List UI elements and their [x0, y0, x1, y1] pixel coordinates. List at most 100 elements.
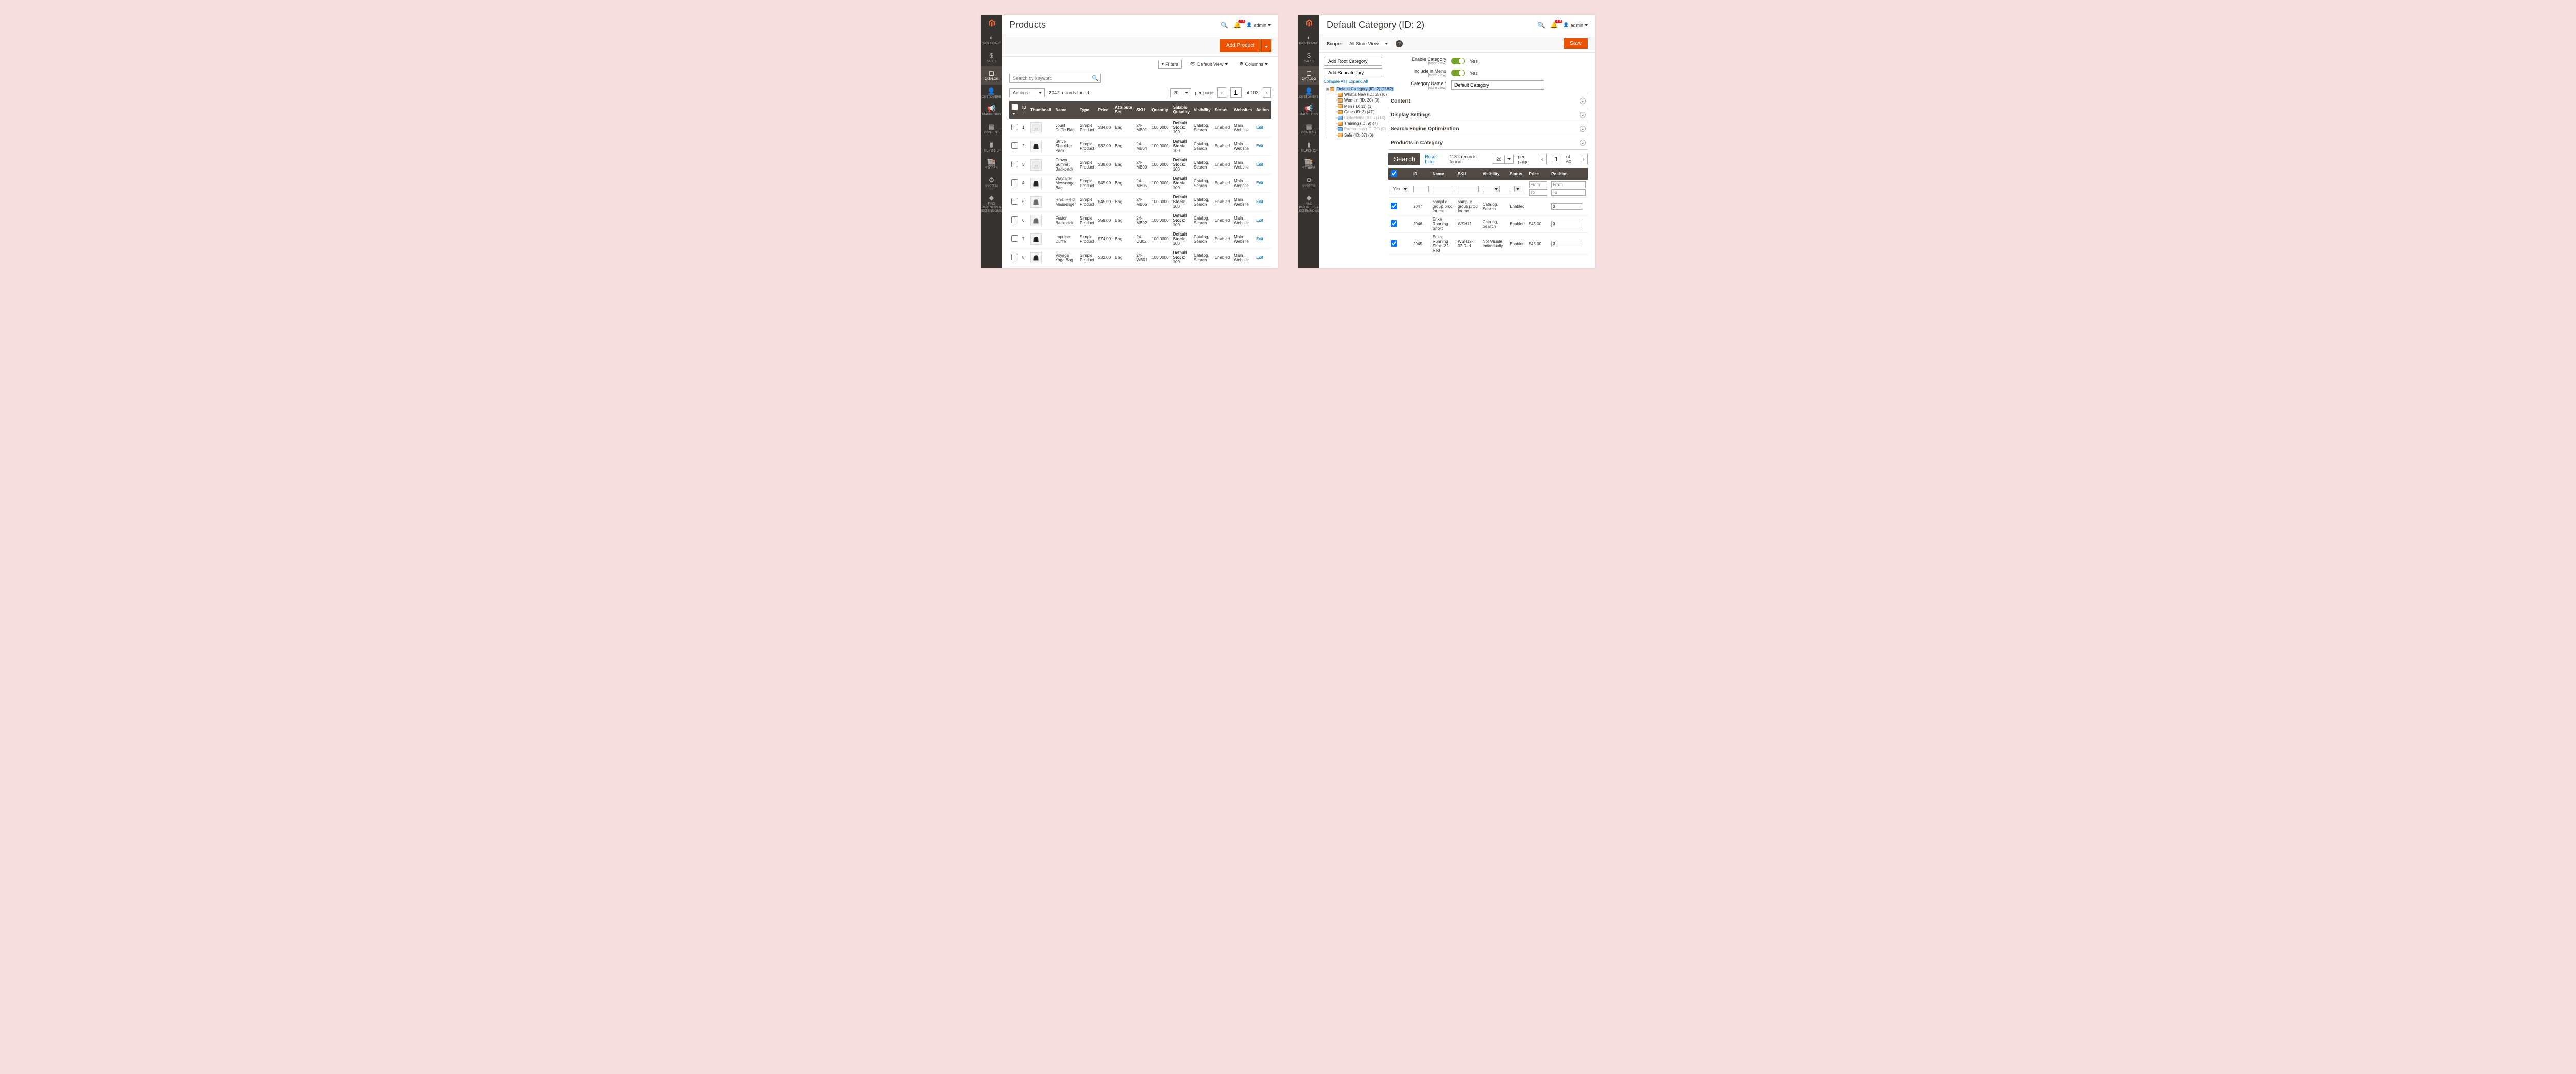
add-product-button[interactable]: Add Product: [1220, 39, 1261, 52]
filters-button[interactable]: ▾Filters: [1158, 60, 1182, 69]
grid-column-header[interactable]: Status: [1507, 168, 1527, 180]
sidebar-item-system[interactable]: ⚙SYSTEM: [1298, 174, 1319, 192]
column-header[interactable]: Price: [1096, 101, 1113, 119]
accordion-section[interactable]: Products in Category⌄: [1388, 136, 1588, 150]
edit-link[interactable]: Edit: [1254, 193, 1271, 211]
select-all-checkbox[interactable]: [1011, 104, 1018, 110]
accordion-section[interactable]: Content⌄: [1388, 94, 1588, 108]
sidebar-item-reports[interactable]: ▮REPORTS: [1298, 138, 1319, 156]
per-page-select[interactable]: 20: [1170, 88, 1191, 97]
position-input[interactable]: [1551, 241, 1582, 247]
grid-column-header[interactable]: Price: [1527, 168, 1550, 180]
row-checkbox[interactable]: [1011, 216, 1018, 223]
help-icon[interactable]: ?: [1396, 40, 1403, 47]
table-row[interactable]: 1Joust Duffle BagSimple Product$34.00Bag…: [1009, 119, 1271, 137]
sidebar-item-content[interactable]: ▤CONTENT: [1298, 120, 1319, 138]
grid-column-header[interactable]: ID ↑: [1411, 168, 1431, 180]
column-header[interactable]: Type: [1078, 101, 1096, 119]
position-input[interactable]: [1551, 221, 1582, 227]
grid-column-header[interactable]: SKU: [1455, 168, 1481, 180]
edit-link[interactable]: Edit: [1254, 174, 1271, 193]
table-row[interactable]: 2Strive Shoulder PackSimple Product$32.0…: [1009, 137, 1271, 156]
account-menu[interactable]: 👤 admin: [1563, 22, 1588, 28]
edit-link[interactable]: Edit: [1254, 248, 1271, 267]
prev-page-button[interactable]: ‹: [1217, 87, 1226, 98]
column-header[interactable]: SKU: [1134, 101, 1149, 119]
table-row[interactable]: 4Wayfarer Messenger BagSimple Product$45…: [1009, 174, 1271, 193]
view-bookmarks[interactable]: 👁Default View: [1187, 60, 1231, 69]
sidebar-item-content[interactable]: ▤CONTENT: [981, 120, 1002, 138]
column-header[interactable]: Visibility: [1192, 101, 1213, 119]
edit-link[interactable]: Edit: [1254, 267, 1271, 268]
column-header[interactable]: ID ↓: [1020, 101, 1028, 119]
column-header[interactable]: Quantity: [1149, 101, 1171, 119]
enable-category-toggle[interactable]: [1451, 58, 1465, 64]
tree-node[interactable]: ▫Women (ID: 20) (0): [1334, 97, 1382, 103]
edit-link[interactable]: Edit: [1254, 119, 1271, 137]
expand-all-link[interactable]: Expand All: [1348, 79, 1368, 84]
filter-any-select[interactable]: Yes: [1391, 186, 1409, 192]
sidebar-item-dashboard[interactable]: ◐DASHBOARD: [1298, 31, 1319, 49]
sidebar-item-system[interactable]: ⚙SYSTEM: [981, 174, 1002, 192]
include-menu-toggle[interactable]: [1451, 70, 1465, 76]
save-button[interactable]: Save: [1564, 38, 1588, 49]
sidebar-item-sales[interactable]: $SALES: [981, 49, 1002, 67]
column-header[interactable]: Status: [1213, 101, 1232, 119]
category-name-input[interactable]: [1451, 80, 1544, 90]
notifications-icon[interactable]: 🔔13: [1233, 22, 1241, 29]
filter-sku[interactable]: [1458, 186, 1479, 192]
row-checkbox[interactable]: [1011, 198, 1018, 205]
tree-node[interactable]: ▫Sale (ID: 37) (0): [1334, 132, 1382, 138]
sidebar-item-catalog[interactable]: ◻CATALOG: [1298, 66, 1319, 85]
table-row[interactable]: 9Compete Track ToteSimple Product$32.00B…: [1009, 267, 1271, 268]
grid-column-header[interactable]: Position: [1549, 168, 1588, 180]
row-checkbox[interactable]: [1011, 254, 1018, 260]
table-row[interactable]: 5Rival Field MessengerSimple Product$45.…: [1009, 193, 1271, 211]
collapse-all-link[interactable]: Collapse All: [1324, 79, 1345, 84]
grid-reset-filter[interactable]: Reset Filter: [1425, 154, 1445, 164]
accordion-section[interactable]: Display Settings⌄: [1388, 108, 1588, 122]
actions-dropdown[interactable]: Actions: [1009, 88, 1045, 97]
tree-node-root[interactable]: ▣Default Category (ID: 2) (1182): [1324, 86, 1382, 92]
sidebar-item-customers[interactable]: 👤CUSTOMERS: [1298, 85, 1319, 103]
row-checkbox[interactable]: [1011, 179, 1018, 186]
add-product-dropdown[interactable]: [1261, 39, 1271, 52]
grid-row-checkbox[interactable]: [1391, 240, 1397, 247]
search-icon[interactable]: 🔍: [1092, 75, 1099, 82]
grid-per-page-select[interactable]: 20: [1493, 155, 1514, 164]
sidebar-item-marketing[interactable]: 📢MARKETING: [1298, 102, 1319, 120]
sidebar-item-dashboard[interactable]: ◐DASHBOARD: [981, 31, 1002, 49]
page-input[interactable]: [1230, 87, 1242, 98]
grid-next-page[interactable]: ›: [1580, 154, 1588, 164]
grid-page-input[interactable]: [1551, 154, 1562, 164]
column-header[interactable]: Websites: [1232, 101, 1254, 119]
next-page-button[interactable]: ›: [1263, 87, 1271, 98]
filter-status[interactable]: [1510, 186, 1524, 192]
search-icon[interactable]: 🔍: [1537, 22, 1545, 29]
tree-node[interactable]: ▫Collections (ID: 7) (14): [1334, 115, 1382, 121]
table-row[interactable]: 7Impulse DuffleSimple Product$74.00Bag24…: [1009, 230, 1271, 248]
position-input[interactable]: [1551, 203, 1582, 210]
accordion-section[interactable]: Search Engine Optimization⌄: [1388, 122, 1588, 136]
filter-name[interactable]: [1433, 186, 1453, 192]
row-checkbox[interactable]: [1011, 124, 1018, 130]
edit-link[interactable]: Edit: [1254, 156, 1271, 174]
column-header[interactable]: Action: [1254, 101, 1271, 119]
table-row[interactable]: 8Voyage Yoga BagSimple Product$32.00Bag2…: [1009, 248, 1271, 267]
table-row[interactable]: 6Fusion BackpackSimple Product$59.00Bag2…: [1009, 211, 1271, 230]
sidebar-item-stores[interactable]: 🏬STORES: [1298, 156, 1319, 174]
tree-node[interactable]: ▫Promotions (ID: 29) (0): [1334, 126, 1382, 132]
account-menu[interactable]: 👤 admin: [1246, 22, 1271, 28]
filter-pos-from[interactable]: [1551, 181, 1586, 188]
grid-row-checkbox[interactable]: [1391, 220, 1397, 227]
grid-column-header[interactable]: Visibility: [1481, 168, 1507, 180]
add-root-category-button[interactable]: Add Root Category: [1324, 57, 1382, 66]
table-row[interactable]: 3Crown Summit BackpackSimple Product$38.…: [1009, 156, 1271, 174]
filter-visibility[interactable]: [1483, 186, 1505, 192]
magento-logo[interactable]: [981, 15, 1002, 31]
tree-node[interactable]: ▫Gear (ID: 3) (47): [1334, 109, 1382, 115]
sidebar-item-customers[interactable]: 👤CUSTOMERS: [981, 85, 1002, 103]
grid-select-all[interactable]: [1391, 170, 1397, 177]
edit-link[interactable]: Edit: [1254, 211, 1271, 230]
sidebar-item-find-partners-extensions[interactable]: ◆FIND PARTNERS & EXTENSIONS: [981, 191, 1002, 216]
